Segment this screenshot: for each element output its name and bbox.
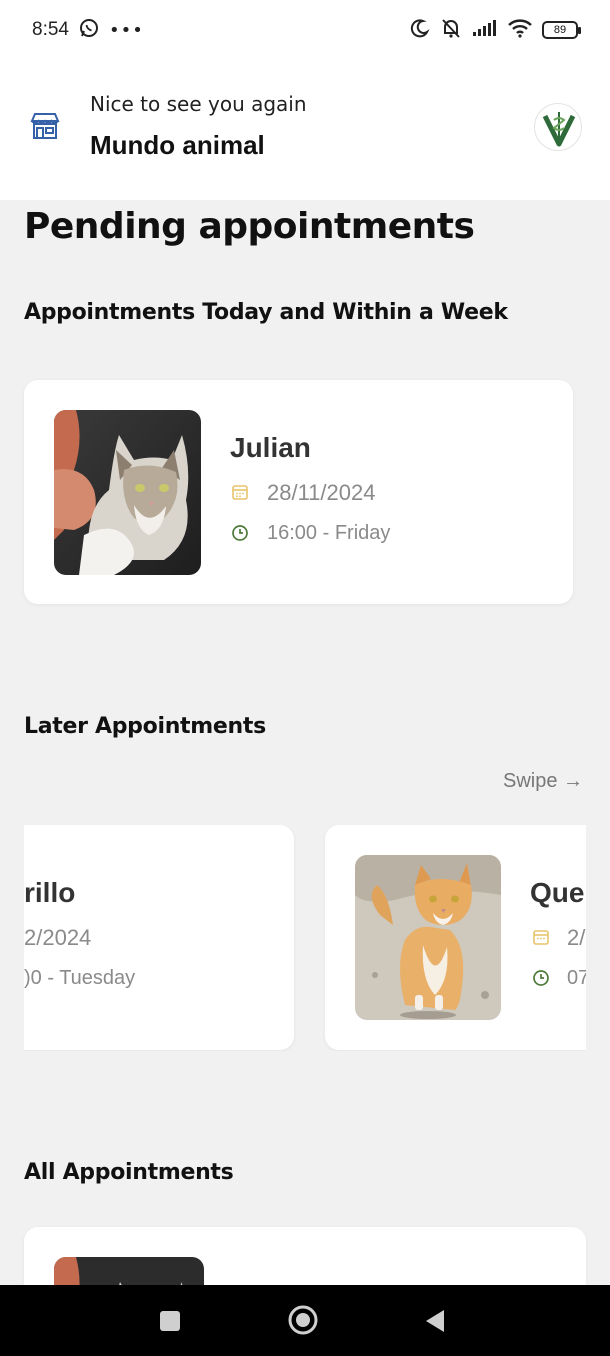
calendar-icon	[231, 483, 249, 501]
system-nav-bar	[0, 1285, 610, 1356]
appointment-time: )0 - Tuesday	[24, 967, 136, 989]
pet-photo	[54, 410, 201, 575]
pet-name: rillo	[24, 877, 76, 908]
status-time: 8:54	[32, 19, 69, 40]
vet-logo[interactable]	[534, 103, 582, 151]
appointment-card[interactable]: Que 2/ 07	[325, 825, 586, 1050]
status-bar: 8:54 ••• 89	[0, 0, 610, 60]
calendar-icon	[532, 928, 550, 946]
more-dots-icon: •••	[108, 19, 144, 41]
section-title-later: Later Appointments	[24, 714, 266, 739]
appointment-time: 16:00 - Friday	[267, 522, 391, 544]
section-title-today-week: Appointments Today and Within a Week	[24, 300, 508, 325]
appointment-date: 2/	[567, 925, 586, 950]
signal-icon	[472, 19, 498, 41]
greeting-text: Nice to see you again	[90, 92, 307, 116]
appointment-time: 07	[567, 967, 586, 989]
section-title-all: All Appointments	[24, 1160, 234, 1185]
page-title: Pending appointments	[24, 206, 475, 247]
mute-icon	[439, 17, 463, 43]
clock-icon	[231, 524, 249, 542]
vet-name: Mundo animal	[90, 130, 265, 160]
recent-apps-button[interactable]	[159, 1310, 181, 1336]
whatsapp-icon	[79, 18, 99, 42]
home-button[interactable]	[288, 1305, 318, 1339]
appointment-card[interactable]: Julian 28/11/2024 16:00 - Friday	[24, 380, 573, 604]
later-appointments-carousel[interactable]: rillo 2/2024 )0 - Tuesday Que 2/ 07	[24, 825, 586, 1051]
appointment-card[interactable]: rillo 2/2024 )0 - Tuesday	[24, 825, 294, 1050]
app-header: Nice to see you again Mundo animal	[0, 60, 610, 200]
pet-name: Que	[530, 877, 585, 908]
appointment-date: 28/11/2024	[267, 480, 376, 505]
clock-icon	[532, 969, 550, 987]
back-button[interactable]	[424, 1309, 446, 1337]
appointment-date: 2/2024	[24, 925, 92, 950]
store-icon[interactable]	[29, 110, 61, 142]
battery-indicator: 89	[542, 21, 581, 39]
moon-icon	[410, 18, 430, 42]
swipe-hint: Swipe →	[503, 770, 584, 792]
pet-name: Julian	[230, 432, 311, 463]
wifi-icon	[507, 18, 533, 42]
pet-photo	[355, 855, 501, 1020]
